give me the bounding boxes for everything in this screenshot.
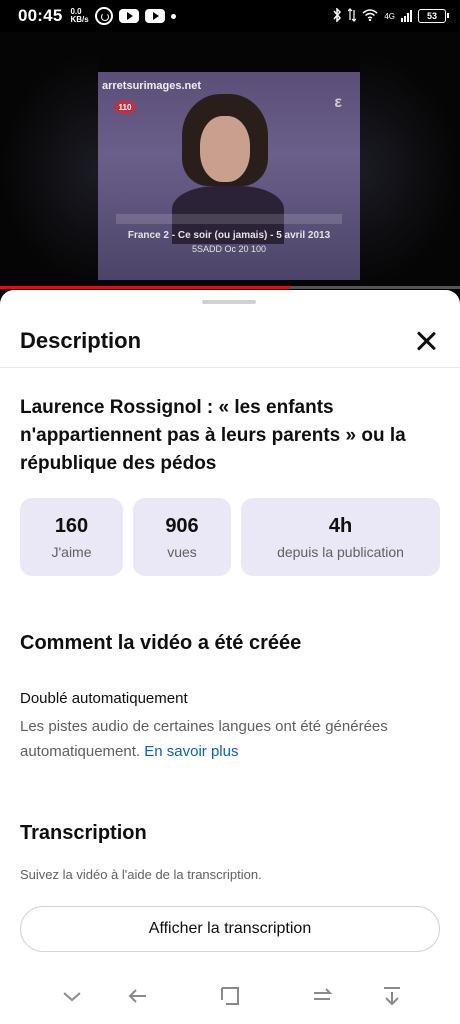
video-caption-bar [116,214,342,224]
auto-dubbed-title: Doublé automatiquement [20,690,188,707]
video-watermark: arretsurimages.net [102,80,202,92]
youtube-notification-icon [144,9,165,23]
drag-handle[interactable] [202,300,256,304]
signal-label: 4G [384,11,395,21]
youtube-notification-icon [118,9,139,23]
video-progress-bar[interactable] [0,286,460,289]
video-player[interactable]: arretsurimages.net 110 ε France 2 - Ce s… [0,32,460,288]
close-icon[interactable] [412,327,440,355]
likes-count: 160 [54,514,89,537]
battery-icon: 53 [418,9,449,23]
data-transfer-icon [347,7,357,25]
how-made-heading: Comment la vidéo a été créée [20,632,302,654]
likes-label: J'aime [51,543,92,560]
description-sheet: Description Laurence Rossignol : « les e… [0,290,460,1024]
video-blur-left [0,52,98,288]
network-speed: 0.0 KB/s [70,7,89,24]
auto-dubbed-text: Les pistes audio de certaines langues on… [20,718,388,760]
download-tray-icon[interactable] [380,984,404,1008]
learn-more-link[interactable]: En savoir plus [144,743,238,760]
chevron-down-icon[interactable] [60,984,84,1008]
whatsapp-icon [94,7,113,25]
video-frame: arretsurimages.net 110 ε France 2 - Ce s… [98,72,360,280]
transcription-heading: Transcription [20,822,147,844]
transcription-subtitle: Suivez la vidéo à l'aide de la transcrip… [20,867,262,882]
published-stat[interactable]: 4h depuis la publication [241,498,440,576]
wifi-icon [362,8,378,24]
bluetooth-icon [332,6,342,25]
views-stat: 906 vues [133,498,231,576]
video-progress-fill [0,286,290,289]
clock: 00:45 [18,6,63,25]
published-label: depuis la publication [277,543,404,560]
show-transcript-button[interactable]: Afficher la transcription [20,906,440,952]
video-stats: 160 J'aime 906 vues 4h depuis la publica… [20,498,440,576]
video-title: Laurence Rossignol : « les enfants n'app… [20,397,406,474]
video-blur-right [360,52,460,288]
video-overlay-text: France 2 - Ce soir (ou jamais) - 5 avril… [127,230,331,241]
channel-logo: 110 [114,100,136,114]
status-bar: 00:45 0.0 KB/s 4G 53 [0,0,460,32]
home-square-icon[interactable] [218,984,242,1008]
published-age: 4h [328,514,353,537]
views-count: 906 [165,514,199,537]
video-overlay-subtext: 5SADD Oc 20 100 [191,244,267,254]
sheet-header: Description [0,314,460,368]
system-nav-bar [0,972,460,1024]
views-label: vues [167,543,197,560]
back-arrow-icon[interactable] [126,984,150,1008]
likes-stat: 160 J'aime [20,498,123,576]
more-notifications-icon [170,13,176,19]
cell-signal-icon [401,10,412,22]
sheet-title: Description [20,327,142,353]
broadcaster-logo: ε [334,94,342,111]
recents-switch-icon[interactable] [310,984,334,1008]
